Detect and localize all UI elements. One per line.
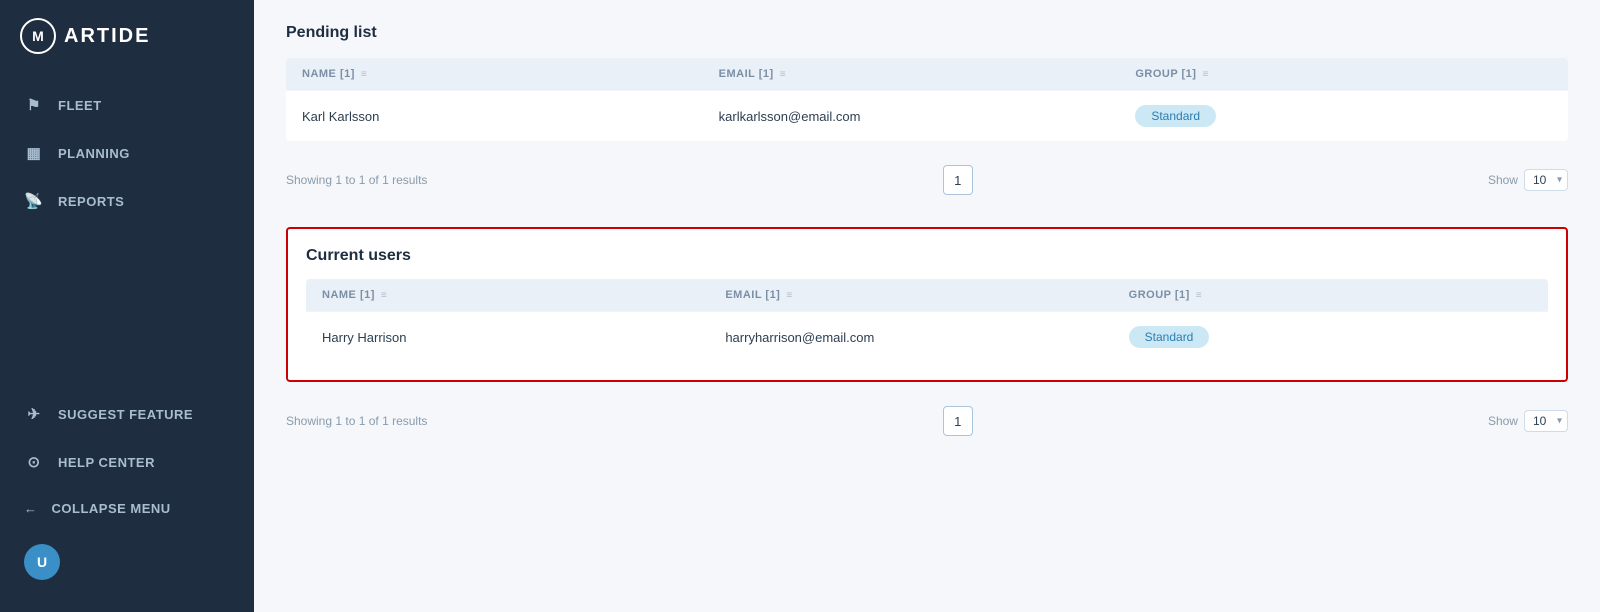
current-row-email: harryharrison@email.com: [725, 330, 1128, 345]
pending-table-header: NAME [1] ≡ EMAIL [1] ≡ GROUP [1] ≡: [286, 58, 1568, 90]
current-group-badge: Standard: [1129, 326, 1210, 348]
sidebar-item-label-planning: PLANNING: [58, 146, 130, 161]
sidebar-item-suggest[interactable]: ✈ SUGGEST FEATURE: [0, 391, 254, 437]
current-col-name: NAME [1] ≡: [322, 289, 725, 301]
pending-name-filter-icon[interactable]: ≡: [361, 69, 367, 80]
logo-text: ARTIDE: [64, 25, 150, 48]
current-showing-text: Showing 1 to 1 of 1 results: [286, 414, 427, 428]
pending-email-filter-icon[interactable]: ≡: [780, 69, 786, 80]
sidebar-item-help[interactable]: ⊙ HELP CENTER: [0, 439, 254, 485]
current-users-title: Current users: [306, 247, 1548, 265]
pending-col-group: GROUP [1] ≡: [1135, 68, 1552, 80]
logo-icon: M: [20, 18, 56, 54]
sidebar-item-label-help: HELP CENTER: [58, 455, 155, 470]
collapse-menu-button[interactable]: ← COLLAPSE MENU: [0, 487, 254, 530]
calendar-icon: ▦: [24, 144, 44, 162]
pending-show-label: Show: [1488, 173, 1518, 187]
current-table-header: NAME [1] ≡ EMAIL [1] ≡ GROUP [1] ≡: [306, 279, 1548, 311]
pending-group-badge: Standard: [1135, 105, 1216, 127]
sidebar-item-reports[interactable]: 📡 REPORTS: [0, 178, 254, 224]
current-users-table: NAME [1] ≡ EMAIL [1] ≡ GROUP [1] ≡ Harry…: [306, 279, 1548, 362]
sidebar-item-fleet[interactable]: ⚑ FLEET: [0, 82, 254, 128]
pending-page-controls: 1: [943, 165, 973, 195]
current-name-filter-icon[interactable]: ≡: [381, 290, 387, 301]
fleet-icon: ⚑: [24, 96, 44, 114]
current-users-section: Current users NAME [1] ≡ EMAIL [1] ≡ GRO…: [286, 227, 1568, 382]
current-show-label: Show: [1488, 414, 1518, 428]
current-show-control: Show 10 25 50: [1488, 410, 1568, 432]
pending-show-select-wrapper: 10 25 50: [1524, 169, 1568, 191]
collapse-label: COLLAPSE MENU: [52, 501, 171, 516]
current-col-group: GROUP [1] ≡: [1129, 289, 1532, 301]
current-show-select-wrapper: 10 25 50: [1524, 410, 1568, 432]
pending-page-1-button[interactable]: 1: [943, 165, 973, 195]
pending-col-name: NAME [1] ≡: [302, 68, 719, 80]
suggest-icon: ✈: [24, 405, 44, 423]
current-page-1-button[interactable]: 1: [943, 406, 973, 436]
nav-menu: ⚑ FLEET ▦ PLANNING 📡 REPORTS: [0, 72, 254, 237]
pending-group-filter-icon[interactable]: ≡: [1202, 69, 1208, 80]
pending-table: NAME [1] ≡ EMAIL [1] ≡ GROUP [1] ≡ Karl …: [286, 58, 1568, 141]
table-row: Karl Karlsson karlkarlsson@email.com Sta…: [286, 90, 1568, 141]
current-show-select[interactable]: 10 25 50: [1524, 410, 1568, 432]
current-page-controls: 1: [943, 406, 973, 436]
pending-row-email: karlkarlsson@email.com: [719, 109, 1136, 124]
sidebar-item-label-reports: REPORTS: [58, 194, 124, 209]
pending-pagination: Showing 1 to 1 of 1 results 1 Show 10 25…: [286, 153, 1568, 207]
pending-title: Pending list: [286, 24, 1568, 42]
current-col-email: EMAIL [1] ≡: [725, 289, 1128, 301]
logo: M ARTIDE: [0, 0, 254, 72]
reports-icon: 📡: [24, 192, 44, 210]
current-email-filter-icon[interactable]: ≡: [786, 290, 792, 301]
table-row: Harry Harrison harryharrison@email.com S…: [306, 311, 1548, 362]
help-icon: ⊙: [24, 453, 44, 471]
sidebar: M ARTIDE ⚑ FLEET ▦ PLANNING 📡 REPORTS ✈ …: [0, 0, 254, 612]
pending-col-email: EMAIL [1] ≡: [719, 68, 1136, 80]
collapse-icon: ←: [24, 501, 38, 516]
main-content: Pending list NAME [1] ≡ EMAIL [1] ≡ GROU…: [254, 0, 1600, 612]
current-row-name: Harry Harrison: [322, 330, 725, 345]
current-pagination: Showing 1 to 1 of 1 results 1 Show 10 25…: [286, 394, 1568, 448]
current-group-filter-icon[interactable]: ≡: [1196, 290, 1202, 301]
pending-row-group: Standard: [1135, 105, 1552, 127]
sidebar-item-label-suggest: SUGGEST FEATURE: [58, 407, 193, 422]
pending-row-name: Karl Karlsson: [302, 109, 719, 124]
pending-show-control: Show 10 25 50: [1488, 169, 1568, 191]
sidebar-item-planning[interactable]: ▦ PLANNING: [0, 130, 254, 176]
pending-show-select[interactable]: 10 25 50: [1524, 169, 1568, 191]
current-row-group: Standard: [1129, 326, 1532, 348]
sidebar-item-label-fleet: FLEET: [58, 98, 102, 113]
pending-showing-text: Showing 1 to 1 of 1 results: [286, 173, 427, 187]
pending-list-section: Pending list NAME [1] ≡ EMAIL [1] ≡ GROU…: [286, 24, 1568, 207]
user-avatar[interactable]: U: [24, 544, 60, 580]
sidebar-bottom: ✈ SUGGEST FEATURE ⊙ HELP CENTER ← COLLAP…: [0, 381, 254, 612]
